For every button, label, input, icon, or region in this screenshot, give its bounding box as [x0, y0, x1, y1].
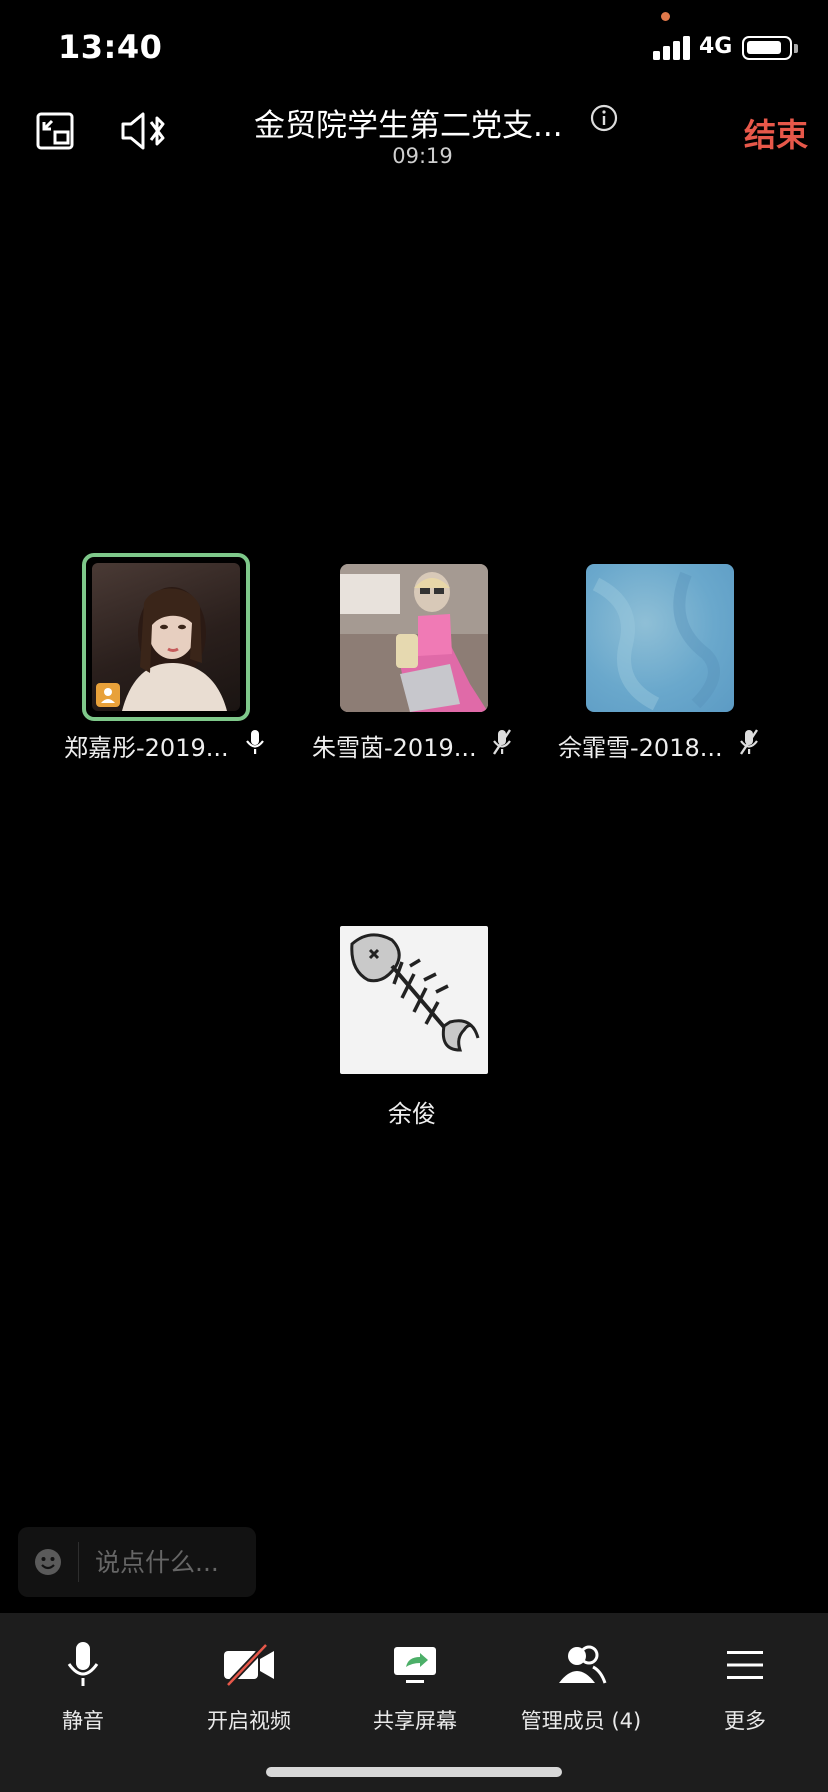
manage-members-button[interactable]: 管理成员 (4) [498, 1637, 664, 1735]
more-label: 更多 [724, 1709, 766, 1733]
info-icon[interactable] [588, 102, 620, 134]
signal-strength-icon [653, 34, 691, 60]
share-screen-button[interactable]: 共享屏幕 [332, 1637, 498, 1735]
mute-button[interactable]: 静音 [0, 1637, 166, 1735]
mic-muted-icon [738, 728, 760, 756]
chat-box[interactable] [18, 1527, 256, 1597]
mute-label: 静音 [62, 1709, 104, 1733]
participant-avatar[interactable] [340, 926, 488, 1074]
participant-name: 余俊 [388, 1100, 436, 1128]
meeting-timer: 09:19 [392, 144, 453, 168]
chat-input[interactable] [79, 1547, 239, 1577]
recording-indicator-dot [661, 12, 670, 21]
more-button[interactable]: 更多 [662, 1637, 828, 1735]
mic-muted-icon [491, 728, 513, 756]
start-video-button[interactable]: 开启视频 [166, 1637, 332, 1735]
bottom-toolbar: 静音 开启视频 共享屏幕 管理成员 (4) 更多 [0, 1613, 828, 1792]
meeting-title[interactable]: 金贸院学生第二党支... [254, 100, 576, 145]
avatar [592, 571, 720, 711]
participant-avatar[interactable] [586, 564, 734, 712]
participant-name: 郑嘉彤-2019... [64, 734, 229, 762]
participant-avatar[interactable] [340, 564, 488, 712]
end-meeting-button[interactable]: 结束 [744, 110, 808, 156]
start-video-label: 开启视频 [207, 1709, 291, 1733]
emoji-icon[interactable] [18, 1547, 78, 1577]
battery-tip [794, 44, 798, 53]
mic-on-icon [244, 728, 266, 756]
manage-members-label: 管理成员 (4) [520, 1709, 642, 1733]
participant-avatar-active[interactable] [82, 553, 250, 721]
menu-icon [662, 1637, 828, 1693]
share-screen-label: 共享屏幕 [373, 1709, 457, 1733]
share-screen-icon [332, 1637, 498, 1693]
meeting-header: 金贸院学生第二党支... 09:19 结束 [0, 96, 828, 176]
video-off-icon [166, 1637, 332, 1693]
home-indicator[interactable] [266, 1767, 562, 1777]
microphone-icon [0, 1637, 166, 1693]
status-time: 13:40 [58, 28, 163, 66]
battery-icon [742, 36, 792, 60]
avatar [340, 564, 488, 712]
participant-name: 佘霏雪-2018... [558, 734, 723, 762]
members-icon [498, 1637, 664, 1693]
status-bar: 13:40 4G [0, 0, 828, 96]
host-badge-icon [96, 683, 120, 707]
participant-name: 朱雪茵-2019... [312, 734, 477, 762]
network-type: 4G [699, 34, 733, 59]
fishbone-avatar-icon [350, 933, 480, 1052]
